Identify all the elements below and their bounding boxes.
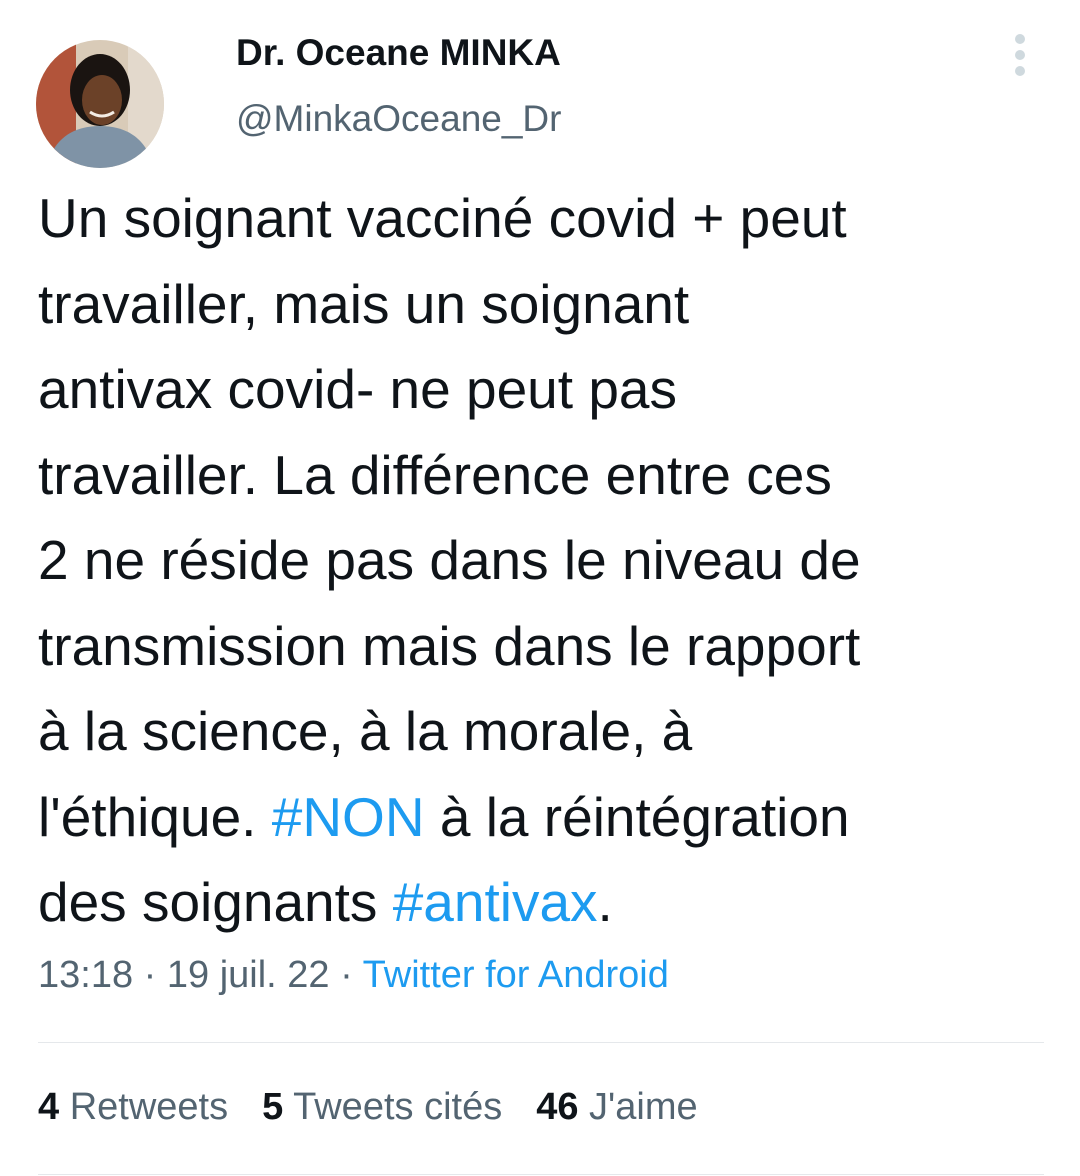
likes-count: 46 [536, 1086, 579, 1128]
tweet-text-line: 2 ne réside pas dans le niveau de [38, 518, 1048, 604]
tweet-time[interactable]: 13:18 [38, 954, 133, 996]
tweet-text-segment: l'éthique. [38, 785, 272, 848]
tweet-text-line: travailler, mais un soignant [38, 262, 1048, 348]
divider [38, 1042, 1044, 1043]
likes-stat[interactable]: 46 J'aime [536, 1086, 697, 1129]
tweet-text-segment: antivax covid- ne peut pas [38, 358, 677, 420]
tweet-text-line: Un soignant vacciné covid + peut [38, 176, 1048, 262]
tweet-text-segment: à la réintégration [424, 785, 850, 848]
retweets-count: 4 [38, 1086, 60, 1128]
meta-separator: · [133, 954, 167, 996]
tweet-text-line: antivax covid- ne peut pas [38, 347, 1048, 433]
tweet-meta: 13:18 · 19 juil. 22 · Twitter for Androi… [38, 954, 669, 997]
retweets-label: Retweets [69, 1086, 229, 1128]
tweet-text: Un soignant vacciné covid + peut travaill… [38, 176, 1048, 946]
tweet-text-line: transmission mais dans le rapport [38, 604, 1048, 690]
tweet-text-line: travailler. La différence entre ces [38, 433, 1048, 519]
hashtag-link[interactable]: #NON [272, 786, 425, 848]
meta-separator: · [329, 954, 363, 996]
tweet-text-segment: travailler. La différence entre ces [38, 443, 832, 506]
tweet-text-line: l'éthique. #NON à la réintégration [38, 775, 1048, 861]
tweet-text-segment: à la science, à la morale, à [38, 700, 693, 762]
tweet-text-segment: . [597, 871, 613, 933]
divider [38, 1174, 1044, 1175]
tweet-text-segment: 2 ne réside pas dans le niveau de [38, 529, 861, 591]
author-name[interactable]: Dr. Oceane MINKA [236, 32, 561, 74]
likes-label: J'aime [589, 1086, 698, 1128]
avatar[interactable] [36, 40, 164, 168]
hashtag-link[interactable]: #antivax [393, 871, 598, 933]
tweet-text-segment: transmission mais dans le rapport [38, 614, 861, 677]
tweet-text-line: des soignants #antivax. [38, 860, 1048, 946]
quotes-count: 5 [262, 1086, 284, 1128]
quotes-label: Tweets cités [293, 1086, 503, 1128]
quote-tweets-stat[interactable]: 5 Tweets cités [262, 1086, 502, 1129]
tweet-text-line: à la science, à la morale, à [38, 689, 1048, 775]
avatar-photo [36, 40, 164, 168]
tweet-text-segment: des soignants [38, 871, 393, 933]
tweet-text-segment: travailler, mais un soignant [38, 272, 690, 335]
more-vertical-icon[interactable] [1006, 34, 1034, 78]
retweets-stat[interactable]: 4 Retweets [38, 1086, 228, 1129]
tweet-text-segment: Un soignant vacciné covid + peut [38, 187, 847, 249]
tweet-date[interactable]: 19 juil. 22 [167, 954, 330, 996]
author-handle[interactable]: @MinkaOceane_Dr [236, 98, 561, 140]
tweet-stats: 4 Retweets 5 Tweets cités 46 J'aime [38, 1086, 698, 1129]
tweet-source-link[interactable]: Twitter for Android [363, 954, 669, 996]
